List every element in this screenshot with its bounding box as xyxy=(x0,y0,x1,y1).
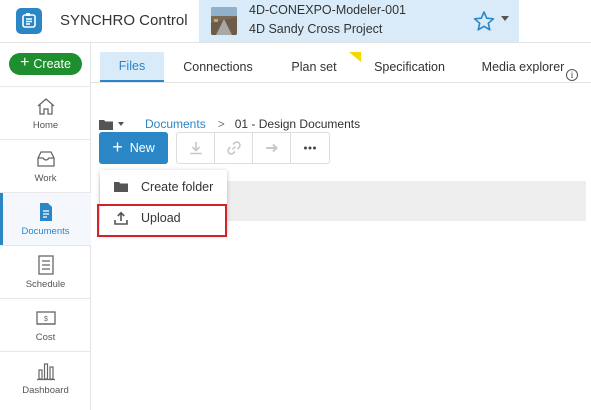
tab-files[interactable]: Files xyxy=(100,52,164,82)
more-dots-icon xyxy=(304,146,316,150)
breadcrumb: Documents > 01 - Design Documents xyxy=(99,116,360,132)
project-subtitle: 4D Sandy Cross Project xyxy=(249,22,383,36)
breadcrumb-chevron-down-icon[interactable] xyxy=(118,122,124,126)
sidebar-item-dashboard[interactable]: Dashboard xyxy=(0,351,91,404)
top-bar: SYNCHRO Control 4D-CONEXPO-Modeler-001 4… xyxy=(0,0,591,43)
menu-item-create-folder[interactable]: Create folder xyxy=(100,172,227,202)
download-button[interactable] xyxy=(177,133,215,163)
create-button[interactable]: + Create xyxy=(9,53,82,75)
plus-icon: + xyxy=(112,137,123,157)
document-icon xyxy=(39,202,52,221)
project-thumbnail xyxy=(211,7,237,35)
breadcrumb-separator: > xyxy=(217,117,225,131)
favorite-star-icon[interactable] xyxy=(473,10,495,32)
toolbar: + New xyxy=(99,132,330,164)
link-icon xyxy=(226,141,241,155)
move-button[interactable] xyxy=(253,133,291,163)
sidebar-item-label: Dashboard xyxy=(22,384,69,396)
sidebar-item-home[interactable]: Home xyxy=(0,86,91,139)
svg-text:$: $ xyxy=(44,316,48,323)
project-dropdown-chevron-icon[interactable] xyxy=(501,16,509,21)
logo-glyph xyxy=(22,13,36,28)
tab-specification[interactable]: Specification xyxy=(362,52,457,82)
synchro-logo-icon[interactable] xyxy=(16,8,42,34)
upload-highlight-box xyxy=(97,204,227,237)
project-selector[interactable]: 4D-CONEXPO-Modeler-001 4D Sandy Cross Pr… xyxy=(199,0,519,42)
sidebar-item-label: Home xyxy=(32,119,59,131)
new-button[interactable]: + New xyxy=(99,132,168,164)
folder-icon[interactable] xyxy=(99,119,113,130)
sidebar-item-documents[interactable]: Documents xyxy=(0,192,91,245)
toolbar-action-group xyxy=(176,132,330,164)
menu-item-label: Create folder xyxy=(141,180,214,194)
sidebar-item-label: Documents xyxy=(21,225,70,237)
project-name: 4D-CONEXPO-Modeler-001 xyxy=(249,3,406,17)
breadcrumb-root-link[interactable]: Documents xyxy=(145,117,206,131)
sidebar-item-work[interactable]: Work xyxy=(0,139,91,192)
download-icon xyxy=(189,142,202,155)
app-title: SYNCHRO Control xyxy=(60,12,188,29)
sidebar-item-schedule[interactable]: Schedule xyxy=(0,245,91,298)
dashboard-icon xyxy=(36,362,55,380)
more-options-button[interactable] xyxy=(291,133,329,163)
tab-plan-set[interactable]: Plan set xyxy=(279,52,349,82)
arrow-right-icon xyxy=(265,143,278,153)
new-label: New xyxy=(129,141,155,155)
plus-icon: + xyxy=(20,54,30,71)
sidebar-item-cost[interactable]: $ Cost xyxy=(0,298,91,351)
tab-bar: Files Connections Plan set Specification… xyxy=(91,43,591,83)
info-icon[interactable]: i xyxy=(566,69,578,81)
link-button[interactable] xyxy=(215,133,253,163)
home-icon xyxy=(37,97,54,115)
sidebar-item-label: Schedule xyxy=(25,278,66,290)
breadcrumb-current: 01 - Design Documents xyxy=(234,117,361,131)
create-label: Create xyxy=(33,57,71,71)
sidebar-item-label: Work xyxy=(34,172,57,184)
sidebar-item-label: Cost xyxy=(35,331,56,343)
cost-icon: $ xyxy=(35,310,56,325)
folder-icon xyxy=(114,182,128,192)
sidebar: + Create Home Work Documents Schedule $ … xyxy=(0,43,91,410)
notification-flag-icon xyxy=(349,52,361,62)
tab-media-explorer[interactable]: Media explorer xyxy=(472,52,574,82)
tab-connections[interactable]: Connections xyxy=(175,52,261,82)
schedule-icon xyxy=(37,254,54,275)
inbox-icon xyxy=(36,150,55,167)
